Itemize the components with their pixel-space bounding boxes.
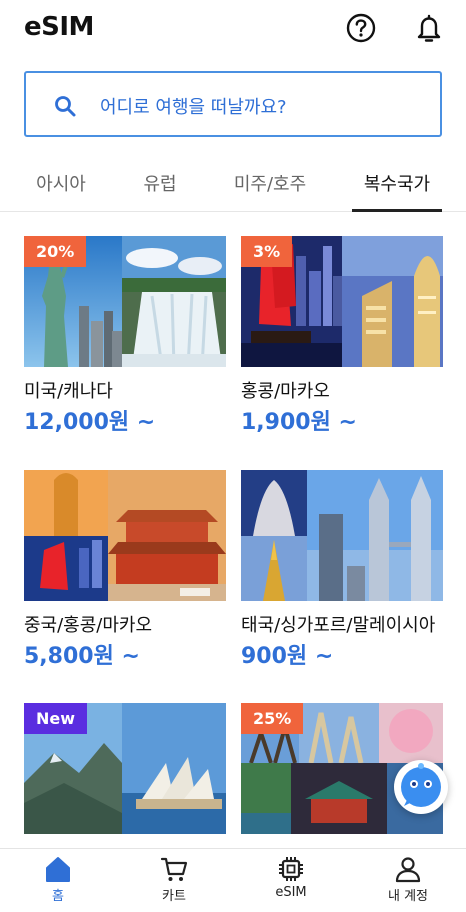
- product-image: 20%: [24, 236, 226, 367]
- bottom-nav: 홈 카트 eSIM 내 계정: [0, 848, 466, 912]
- niagara-falls-photo: [122, 236, 226, 367]
- product-card-hongkong-macau[interactable]: 3% 홍콩/마카오 1,900원 ~: [241, 236, 443, 435]
- nav-label: 카트: [162, 889, 186, 904]
- product-card-china-hongkong-macau[interactable]: 중국/홍콩/마카오 5,800원 ~: [24, 470, 226, 669]
- active-tab-indicator: [352, 209, 442, 212]
- product-name: 미국/캐나다: [24, 381, 113, 402]
- product-image: [241, 470, 443, 601]
- product-image: 3%: [241, 236, 443, 367]
- question-circle-icon[interactable]: [345, 12, 377, 44]
- product-image: New: [24, 703, 226, 834]
- product-price: 1,900원 ~: [241, 410, 357, 435]
- home-icon: [46, 857, 70, 882]
- product-name: 홍콩/마카오: [241, 381, 330, 402]
- app-header: eSIM: [0, 0, 466, 58]
- discount-badge: 25%: [241, 703, 304, 734]
- nav-item-cart[interactable]: 카트: [116, 849, 232, 912]
- product-image: [24, 470, 226, 601]
- macau-tower-photo: [342, 236, 443, 367]
- chatbot-button[interactable]: [394, 760, 448, 814]
- cart-icon: [160, 857, 188, 881]
- nav-item-esim[interactable]: eSIM: [233, 849, 349, 912]
- chip-icon: [279, 857, 303, 881]
- sydney-opera-house-photo: [122, 703, 226, 834]
- tab-asia[interactable]: 아시아: [24, 170, 98, 196]
- search-icon: [55, 96, 76, 117]
- petronas-towers-photo: [307, 470, 443, 601]
- product-price: 5,800원 ~: [24, 644, 140, 669]
- region-tabs: 아시아 유럽 미주/호주 복수국가: [0, 160, 466, 212]
- nav-item-home[interactable]: 홈: [0, 849, 116, 912]
- tab-americas-oceania[interactable]: 미주/호주: [222, 170, 318, 196]
- tab-multi-country[interactable]: 복수국가: [352, 170, 442, 196]
- forbidden-city-photo: [108, 470, 226, 601]
- product-name: 태국/싱가포르/말레이시아: [241, 615, 436, 636]
- singapore-thailand-photo: [241, 470, 307, 601]
- new-badge: New: [24, 703, 88, 734]
- nav-label: eSIM: [275, 885, 307, 900]
- bell-icon[interactable]: [413, 12, 445, 44]
- app-title: eSIM: [24, 12, 94, 42]
- nav-label: 홈: [52, 889, 64, 904]
- discount-badge: 20%: [24, 236, 87, 267]
- chatbot-icon: [401, 763, 441, 807]
- discount-badge: 3%: [241, 236, 293, 267]
- person-icon: [395, 857, 421, 883]
- macau-casino-photo: [24, 470, 108, 601]
- product-card-usa-canada[interactable]: 20% 미국/캐나다 12,000원 ~: [24, 236, 226, 435]
- product-name: 중국/홍콩/마카오: [24, 615, 153, 636]
- nav-label: 내 계정: [387, 889, 428, 904]
- product-card-thailand-singapore-malaysia[interactable]: 태국/싱가포르/말레이시아 900원 ~: [241, 470, 443, 669]
- product-card-new[interactable]: New: [24, 703, 226, 834]
- product-price: 900원 ~: [241, 644, 334, 669]
- search-placeholder: 어디로 여행을 떠날까요?: [100, 97, 287, 118]
- product-price: 12,000원 ~: [24, 410, 156, 435]
- tab-europe[interactable]: 유럽: [130, 170, 190, 196]
- search-input[interactable]: 어디로 여행을 떠날까요?: [24, 71, 442, 137]
- nav-item-account[interactable]: 내 계정: [350, 849, 466, 912]
